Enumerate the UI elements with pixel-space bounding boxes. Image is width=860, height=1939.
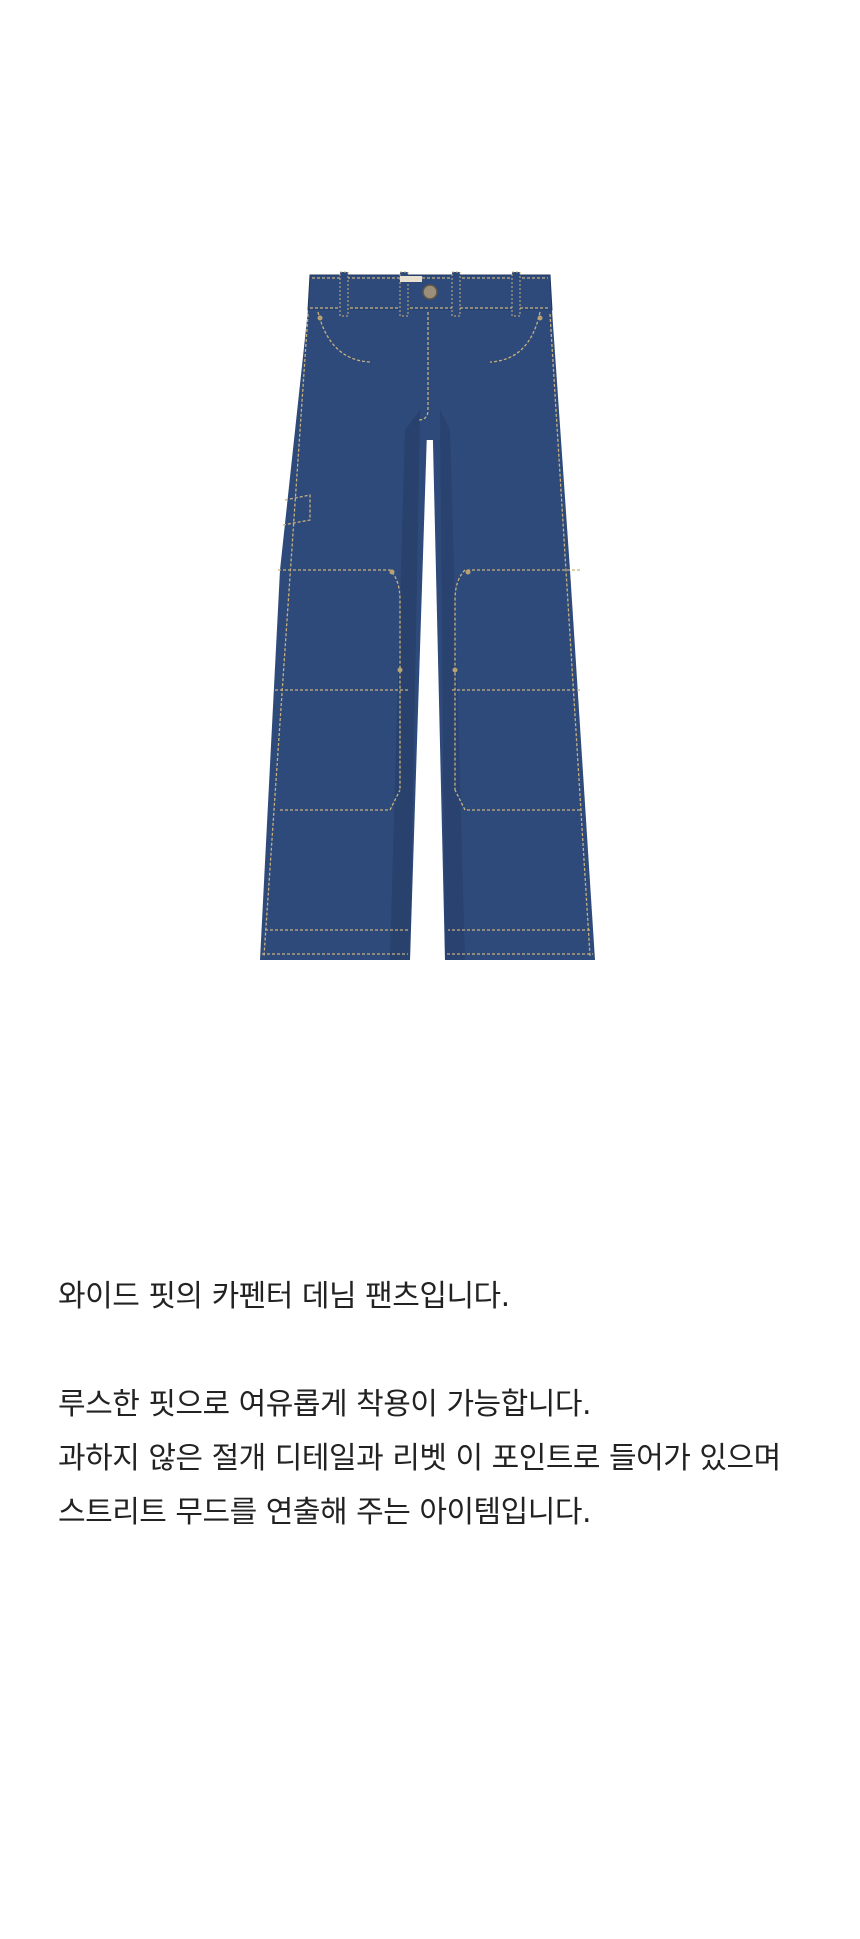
description-line-2: 과하지 않은 절개 디테일과 리벳 이 포인트로 들어가 있으며 xyxy=(58,1441,781,1476)
product-image xyxy=(250,270,610,970)
denim-pants-icon xyxy=(260,271,595,960)
description-intro: 와이드 핏의 카펜터 데님 팬츠입니다. xyxy=(58,1279,510,1314)
description-line-3: 스트리트 무드를 연출해 주는 아이템입니다. xyxy=(58,1495,591,1530)
description-line-1: 루스한 핏으로 여유롭게 착용이 가능합니다. xyxy=(58,1387,591,1422)
product-description: 와이드 핏의 카펜터 데님 팬츠입니다. 루스한 핏으로 여유롭게 착용이 가능… xyxy=(58,1270,858,1540)
